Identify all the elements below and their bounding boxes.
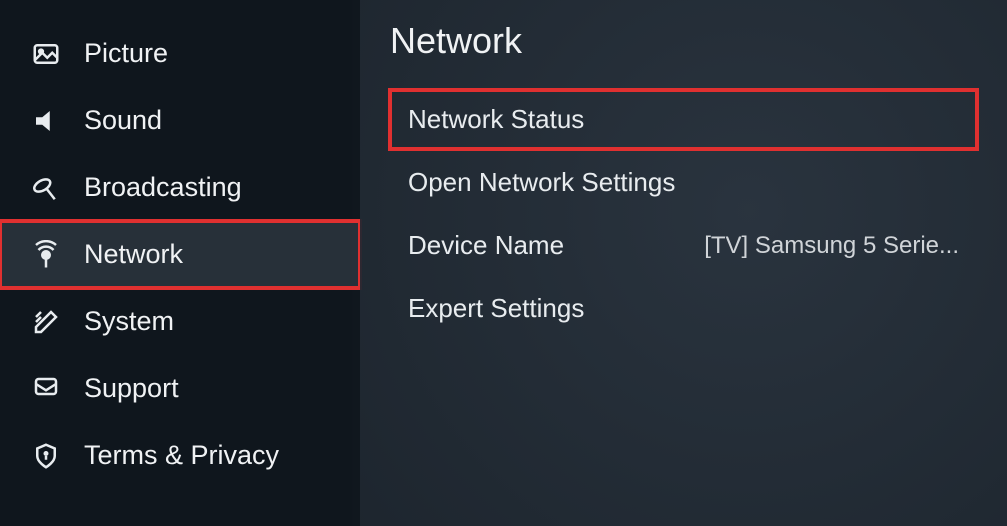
sidebar-item-label: Terms & Privacy [84,440,279,471]
sidebar-item-label: System [84,306,174,337]
system-icon [30,306,62,338]
sidebar-item-label: Sound [84,105,162,136]
sidebar-item-terms-privacy[interactable]: Terms & Privacy [0,422,360,489]
sidebar-item-label: Picture [84,38,168,69]
menu-item-network-status[interactable]: Network Status [390,90,977,149]
broadcasting-icon [30,172,62,204]
sidebar-item-picture[interactable]: Picture [0,20,360,87]
sidebar-item-system[interactable]: System [0,288,360,355]
menu-item-device-name[interactable]: Device Name [TV] Samsung 5 Serie... [390,216,977,275]
menu-item-label: Network Status [408,104,584,135]
menu-item-open-network-settings[interactable]: Open Network Settings [390,153,977,212]
menu-item-label: Open Network Settings [408,167,675,198]
network-icon [30,239,62,271]
sidebar-item-sound[interactable]: Sound [0,87,360,154]
support-icon [30,373,62,405]
menu-item-label: Device Name [408,230,564,261]
main-panel: Network Network Status Open Network Sett… [360,0,1007,526]
menu-item-label: Expert Settings [408,293,584,324]
sidebar-item-label: Network [84,239,183,270]
settings-sidebar: Picture Sound Broadcasting Network Syste… [0,0,360,526]
menu-item-expert-settings[interactable]: Expert Settings [390,279,977,338]
sound-icon [30,105,62,137]
picture-icon [30,38,62,70]
page-title: Network [390,20,977,62]
sidebar-item-support[interactable]: Support [0,355,360,422]
sidebar-item-label: Support [84,373,179,404]
shield-icon [30,440,62,472]
menu-item-value: [TV] Samsung 5 Serie... [704,232,959,260]
sidebar-item-broadcasting[interactable]: Broadcasting [0,154,360,221]
sidebar-item-network[interactable]: Network [0,221,360,288]
sidebar-item-label: Broadcasting [84,172,242,203]
